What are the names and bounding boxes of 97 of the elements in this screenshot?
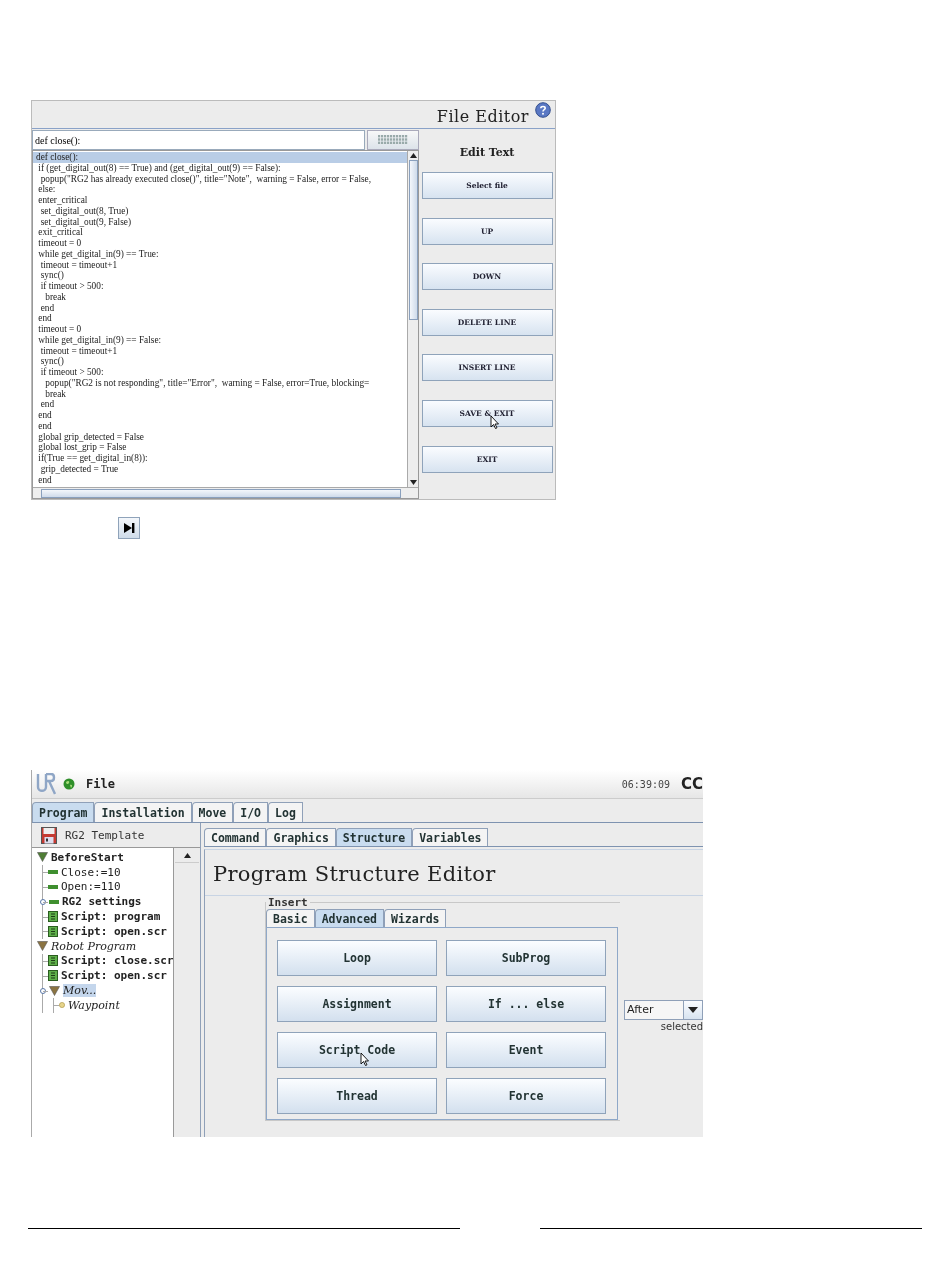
clock-time: 06:39:09 xyxy=(621,778,670,790)
tree-item[interactable]: Script: open.scr xyxy=(61,924,167,938)
tree-item[interactable]: Waypoint xyxy=(68,998,120,1012)
code-line[interactable]: end xyxy=(33,302,407,314)
tree-item[interactable]: Open:=110 xyxy=(61,880,121,894)
code-line[interactable]: if timeout > 500: xyxy=(33,281,407,292)
code-line[interactable]: break xyxy=(33,291,407,303)
code-line[interactable]: global lost_grip = False xyxy=(33,442,407,453)
tree-item[interactable]: Robot Program xyxy=(51,939,137,953)
code-line[interactable]: end xyxy=(33,420,407,432)
program-name: RG2 Template xyxy=(65,828,145,842)
command-button[interactable]: SubProg xyxy=(446,940,606,976)
tree-item[interactable]: Script: close.scr xyxy=(61,954,173,968)
command-button[interactable]: Assignment xyxy=(277,986,437,1022)
code-line[interactable]: while get_digital_in(9) == True: xyxy=(33,248,407,260)
vertical-scrollbar[interactable] xyxy=(173,848,200,1137)
command-button[interactable]: Thread xyxy=(277,1078,437,1114)
tree-item[interactable]: Mov... xyxy=(63,984,97,998)
tab[interactable]: Installation xyxy=(94,802,192,822)
code-line[interactable]: global grip_detected = False xyxy=(33,431,407,443)
script-icon xyxy=(48,925,58,937)
command-button[interactable]: If ... else xyxy=(446,986,606,1022)
waypoint-dot-icon xyxy=(59,1002,65,1009)
code-line[interactable]: exit_critical xyxy=(33,227,407,238)
code-line[interactable]: popup("RG2 has already executed close()", title="Note", warning = False, error = False, xyxy=(33,173,407,185)
tab[interactable]: Graphics xyxy=(266,828,336,846)
tab[interactable]: Variables xyxy=(412,828,489,846)
dropdown-caption: selected xyxy=(660,1021,703,1032)
cursor-icon xyxy=(360,1051,370,1066)
code-line[interactable]: set_digital_out(8, True) xyxy=(33,205,407,217)
code-line[interactable]: if(True == get_digital_in(8)): xyxy=(33,453,407,464)
code-line[interactable]: end xyxy=(33,313,407,324)
tab[interactable]: Command xyxy=(204,828,267,846)
keyboard-icon xyxy=(378,135,408,145)
command-button[interactable]: Loop xyxy=(277,940,437,976)
tab[interactable]: Program xyxy=(32,802,95,822)
horizontal-scrollbar[interactable] xyxy=(33,487,418,498)
code-line[interactable]: popup("RG2 is not responding", title="Error", warning = False, error=True, blocking= xyxy=(33,377,407,389)
cursor-icon xyxy=(489,414,499,429)
code-line[interactable]: if (get_digital_out(8) == True) and (get_digital_out(9) == False): xyxy=(33,162,407,174)
code-line[interactable]: grip_detected = True xyxy=(33,463,407,475)
page-title: Program Structure Editor xyxy=(213,862,497,886)
vertical-scrollbar[interactable] xyxy=(407,151,418,487)
command-button[interactable]: Force xyxy=(446,1078,606,1114)
text-field[interactable]: def close(): xyxy=(32,130,365,150)
connector-knob-icon xyxy=(40,898,46,905)
code-line[interactable]: sync() xyxy=(33,270,407,281)
scroll-up-arrow-icon[interactable] xyxy=(409,153,417,158)
tree-item[interactable]: Close:=10 xyxy=(61,865,121,879)
expanded-triangle-icon[interactable] xyxy=(37,941,48,952)
script-icon xyxy=(48,955,58,967)
code-line[interactable]: timeout = timeout+1 xyxy=(33,259,407,271)
code-line[interactable]: else: xyxy=(33,184,407,195)
scroll-down-arrow-icon[interactable] xyxy=(409,480,417,485)
command-button[interactable]: Event xyxy=(446,1032,606,1068)
tab[interactable]: Structure xyxy=(335,828,413,846)
logo-icon xyxy=(36,773,56,795)
tree-item[interactable]: BeforeStart xyxy=(51,850,124,864)
expanded-triangle-icon[interactable] xyxy=(49,985,60,996)
code-line[interactable]: enter_critical xyxy=(33,195,407,206)
caret-icon xyxy=(683,1001,702,1019)
tree-item[interactable]: RG2 settings xyxy=(62,895,142,909)
globe-icon xyxy=(63,778,75,790)
code-line[interactable]: if timeout > 500: xyxy=(33,367,407,378)
code-line[interactable]: timeout = 0 xyxy=(33,324,407,335)
tab[interactable]: Wizards xyxy=(384,909,447,927)
script-icon xyxy=(48,970,58,982)
group-label: Insert xyxy=(267,896,309,909)
tab[interactable]: Move xyxy=(191,802,234,822)
code-line[interactable]: sync() xyxy=(33,356,407,367)
help-icon[interactable] xyxy=(535,102,551,118)
skip-forward-icon xyxy=(123,522,135,534)
expanded-triangle-icon[interactable] xyxy=(37,852,48,863)
status-text: CC xyxy=(680,775,703,793)
step-button[interactable] xyxy=(118,517,140,539)
section-title: Edit Text xyxy=(459,146,515,159)
scroll-up-arrow-icon[interactable] xyxy=(183,852,191,858)
window-title: File Editor xyxy=(436,107,529,127)
tab[interactable]: Log xyxy=(268,802,303,822)
position-dropdown[interactable]: After xyxy=(624,1000,703,1020)
tab[interactable]: I/O xyxy=(233,802,269,822)
code-line[interactable]: end xyxy=(33,410,407,421)
code-line[interactable]: timeout = timeout+1 xyxy=(33,345,407,357)
command-button[interactable]: Script Code xyxy=(277,1032,437,1068)
code-line[interactable]: end xyxy=(33,399,407,410)
tab[interactable]: Basic xyxy=(266,909,315,927)
code-line[interactable]: set_digital_out(9, False) xyxy=(33,216,407,228)
code-line[interactable]: end xyxy=(33,474,407,486)
code-line[interactable]: break xyxy=(33,388,407,400)
file-menu[interactable]: File xyxy=(86,777,115,791)
code-line[interactable]: timeout = 0 xyxy=(33,238,407,249)
script-icon xyxy=(48,911,58,923)
tab[interactable]: Advanced xyxy=(314,909,384,927)
connector-knob-icon xyxy=(40,987,46,994)
code-line[interactable]: while get_digital_in(9) == False: xyxy=(33,334,407,346)
tree-item[interactable]: Script: program xyxy=(61,910,161,924)
tree-item[interactable]: Script: open.scr xyxy=(61,969,167,983)
